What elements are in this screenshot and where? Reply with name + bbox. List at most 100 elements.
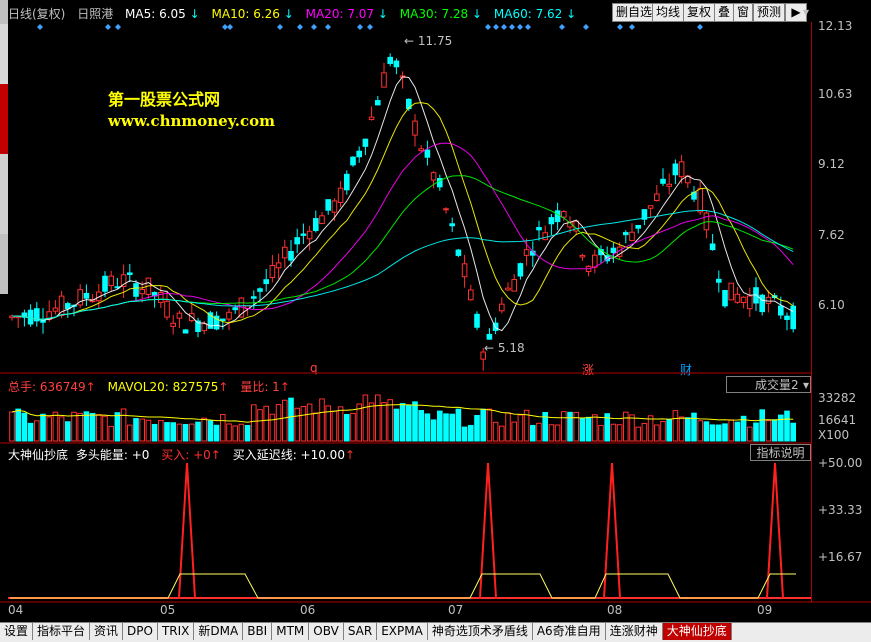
candle-body xyxy=(58,295,65,316)
bottom-tab[interactable]: 资讯 xyxy=(90,623,124,640)
candle-body xyxy=(468,289,474,301)
volume-bar xyxy=(443,413,449,442)
date-tick: 09 xyxy=(757,603,773,617)
volume-bar xyxy=(455,408,462,442)
volume-bar xyxy=(672,410,679,442)
bottom-tab[interactable]: 新DMA xyxy=(194,623,244,640)
candle-body xyxy=(313,218,319,232)
candle-body xyxy=(164,300,170,318)
volume-bar xyxy=(406,404,412,442)
candle-body xyxy=(325,199,331,211)
volume-bar xyxy=(195,421,201,442)
moving-average-lines xyxy=(11,76,794,332)
candle-body xyxy=(282,246,288,259)
candle-body xyxy=(592,254,598,268)
volume-bar xyxy=(381,402,387,442)
volume-bar xyxy=(660,420,666,442)
volume-bar xyxy=(616,424,623,442)
volume-bar xyxy=(220,414,226,442)
volume-bar xyxy=(784,410,790,442)
candle-body xyxy=(666,183,673,187)
volume-bar xyxy=(424,413,431,442)
signal-diamond xyxy=(493,24,499,30)
buy-spike xyxy=(603,462,621,599)
volume-bar xyxy=(412,401,418,442)
candle-body xyxy=(306,230,313,240)
bottom-tab[interactable]: DPO xyxy=(123,623,158,640)
candle-body xyxy=(740,296,747,304)
bottom-tab-bar: 设置 指标平台 资讯 DPO TRIX 新DMA BBI MTM OBV SAR EXPMA 神奇选顶… xyxy=(0,622,871,642)
volume-bar xyxy=(201,417,207,442)
volume-bar xyxy=(399,403,406,442)
signal-diamond xyxy=(697,24,703,30)
volume-bar xyxy=(548,424,555,442)
volume-bar xyxy=(251,404,257,442)
candle-body xyxy=(263,279,269,285)
volume-bar xyxy=(654,424,660,442)
indicator-name: 大神仙抄底 xyxy=(8,448,69,462)
candle-body xyxy=(319,215,325,225)
volume-ratio: 量比: 1↑ xyxy=(240,380,290,394)
candle-body xyxy=(784,315,790,320)
volume-bar xyxy=(567,411,573,442)
volume-bar xyxy=(40,413,46,442)
bottom-tab[interactable]: MTM xyxy=(272,623,310,640)
volume-bar xyxy=(77,412,84,442)
bull-energy: 多头能量: +0 xyxy=(75,448,150,462)
volume-bar xyxy=(629,414,635,442)
bottom-tab[interactable]: 大神仙抄底 xyxy=(662,623,732,640)
candle-body xyxy=(418,148,424,152)
volume-bar xyxy=(182,423,189,442)
volume-bar xyxy=(554,424,561,442)
volume-bar xyxy=(499,425,505,442)
volume-bar xyxy=(430,419,437,442)
candle-body xyxy=(716,278,722,283)
candle-body xyxy=(344,173,350,191)
volume-select-arrow-icon[interactable]: ▾ xyxy=(803,378,809,392)
signal-diamonds xyxy=(37,24,703,30)
candle-body xyxy=(554,210,561,223)
candle-body xyxy=(765,296,772,304)
candle-body xyxy=(579,254,586,258)
candle-body xyxy=(288,251,294,261)
bottom-tab[interactable]: OBV xyxy=(309,623,344,640)
candle-body xyxy=(393,60,400,68)
volume-bar xyxy=(623,411,629,442)
volume-bar xyxy=(313,412,319,442)
volume-bar xyxy=(722,423,728,442)
volume-bar xyxy=(536,422,542,442)
date-tick: 07 xyxy=(448,603,464,617)
indicator-help-button[interactable]: 指标说明 xyxy=(750,444,811,461)
bottom-tab[interactable]: TRIX xyxy=(157,623,195,640)
volume-bar xyxy=(34,420,40,442)
candle-body xyxy=(505,287,511,291)
volume-bar xyxy=(468,424,474,442)
bottom-tab[interactable]: 神奇选顶术矛盾线 xyxy=(427,623,533,640)
volume-bar xyxy=(368,402,375,442)
volume-bar xyxy=(759,409,766,442)
bottom-tab[interactable]: BBI xyxy=(243,623,273,640)
signal-diamond xyxy=(501,24,507,30)
bottom-tab[interactable]: A6奇准自用 xyxy=(532,623,606,640)
candle-body xyxy=(517,263,524,277)
candle-body xyxy=(654,193,660,201)
volume-bar xyxy=(257,409,263,442)
volume-indicator-select[interactable]: 成交量2 xyxy=(726,376,811,393)
candle-body xyxy=(350,156,356,166)
candle-body xyxy=(27,309,34,325)
volume-bar xyxy=(238,423,245,442)
volume-bar xyxy=(189,423,195,442)
candle-body xyxy=(257,288,263,292)
candle-body xyxy=(561,211,567,218)
bottom-tab[interactable]: 指标平台 xyxy=(33,623,91,640)
bottom-tab[interactable]: 设置 xyxy=(0,623,34,640)
volume-bar xyxy=(9,411,15,442)
bottom-tab[interactable]: SAR xyxy=(343,623,378,640)
volume-bar xyxy=(375,394,381,442)
indicator-tick: +16.67 xyxy=(818,550,863,564)
bottom-tab[interactable]: 连涨财神 xyxy=(605,623,663,640)
volume-bar xyxy=(27,422,34,442)
candle-body xyxy=(449,223,455,227)
volume-bar xyxy=(747,426,753,442)
bottom-tab[interactable]: EXPMA xyxy=(377,623,428,640)
